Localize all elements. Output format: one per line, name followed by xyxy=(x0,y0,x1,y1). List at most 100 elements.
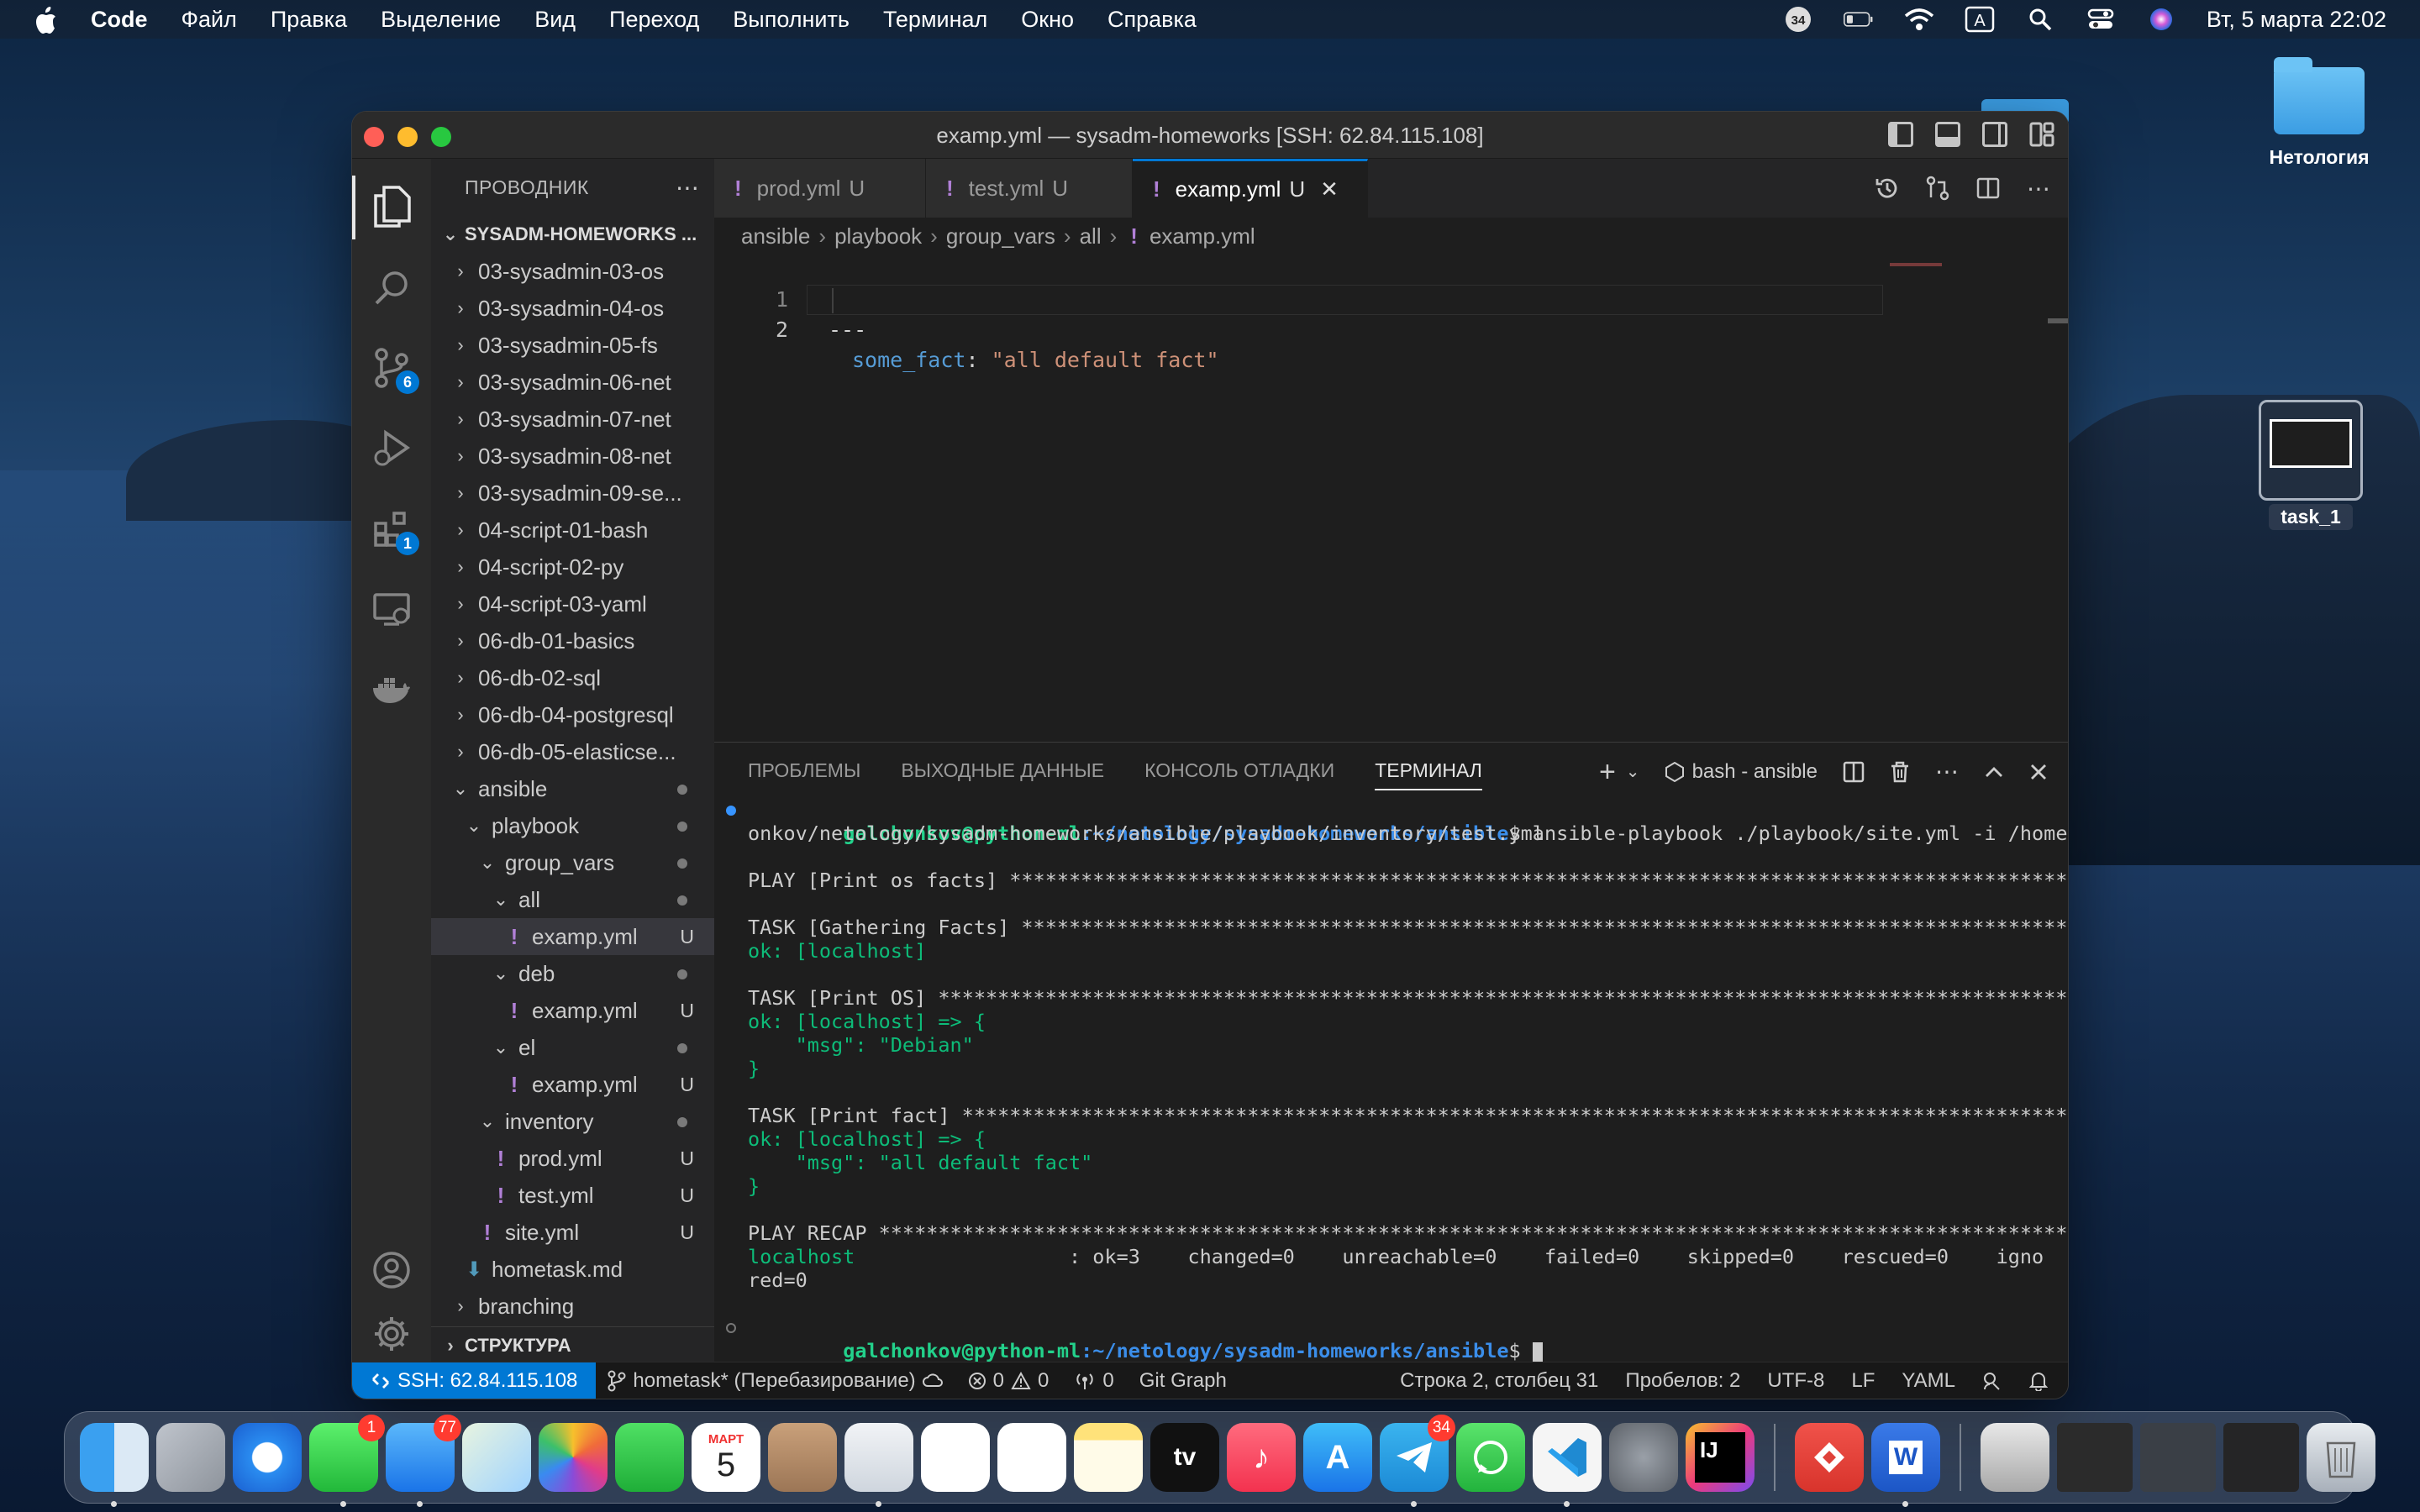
messages-icon[interactable]: 1 xyxy=(309,1415,385,1507)
tree-item[interactable]: › 03-sysadmin-04-os xyxy=(431,290,714,327)
customize-layout-icon[interactable] xyxy=(2029,122,2054,147)
tree-item[interactable]: › branching xyxy=(431,1288,714,1325)
tree-item[interactable]: ⌄ deb xyxy=(431,955,714,992)
tree-item[interactable]: ⌄ el xyxy=(431,1029,714,1066)
battery-icon[interactable] xyxy=(1843,8,1874,31)
safari-icon[interactable] xyxy=(233,1423,302,1492)
tree-item[interactable]: ⌄ playbook xyxy=(431,807,714,844)
run-debug-icon[interactable] xyxy=(371,428,413,470)
minimized-window-3[interactable] xyxy=(2223,1423,2299,1492)
split-terminal-icon[interactable] xyxy=(1843,761,1865,783)
panel-tab-problems[interactable]: ПРОБЛЕМЫ xyxy=(748,759,860,782)
tree-item[interactable]: › 06-db-01-basics xyxy=(431,622,714,659)
tab-close-icon[interactable]: ✕ xyxy=(1320,176,1339,202)
extensions-icon[interactable]: 1 xyxy=(371,508,419,555)
menu-run[interactable]: Выполнить xyxy=(733,7,850,33)
tab-test-yml[interactable]: ! test.yml U xyxy=(926,159,1133,218)
panel-more-icon[interactable]: ⋯ xyxy=(1935,758,1959,785)
encoding[interactable]: UTF-8 xyxy=(1767,1369,1824,1393)
end-of-line[interactable]: LF xyxy=(1851,1369,1875,1393)
tree-item[interactable]: ! prod.yml U xyxy=(431,1140,714,1177)
ports-status[interactable]: 0 xyxy=(1074,1369,1114,1393)
facetime-icon[interactable] xyxy=(615,1423,684,1492)
terminal-instance[interactable]: bash - ansible xyxy=(1665,760,1818,784)
tree-item[interactable]: ⬇ hometask.md xyxy=(431,1251,714,1288)
menu-go[interactable]: Переход xyxy=(609,7,699,33)
cursor-position[interactable]: Строка 2, столбец 31 xyxy=(1400,1369,1598,1393)
remote-indicator[interactable]: SSH: 62.84.115.108 xyxy=(352,1362,597,1399)
menu-window[interactable]: Окно xyxy=(1021,7,1074,33)
terminal-output[interactable]: galchonkov@python-ml:~/netology/sysadm-h… xyxy=(714,798,2068,1363)
contacts-icon[interactable] xyxy=(768,1423,837,1492)
menu-bar-clock[interactable]: Вт, 5 марта 22:02 xyxy=(2207,7,2386,33)
freeform-icon[interactable] xyxy=(997,1423,1066,1492)
screenshot-app-icon[interactable] xyxy=(844,1423,913,1507)
menu-app-name[interactable]: Code xyxy=(91,7,148,33)
notification-count-icon[interactable]: 34 xyxy=(1783,7,1813,32)
maps-icon[interactable] xyxy=(462,1423,531,1492)
timeline-history-icon[interactable] xyxy=(1875,176,1900,201)
explorer-icon[interactable] xyxy=(371,186,413,228)
breadcrumb-item[interactable]: examp.yml xyxy=(1150,223,1255,249)
toggle-primary-sidebar-icon[interactable] xyxy=(1888,122,1913,147)
menu-view[interactable]: Вид xyxy=(534,7,576,33)
vscode-icon[interactable] xyxy=(1533,1423,1602,1507)
manage-gear-icon[interactable] xyxy=(371,1313,413,1355)
minimized-window-1[interactable] xyxy=(2057,1423,2133,1492)
tree-item[interactable]: › 03-sysadmin-08-net xyxy=(431,438,714,475)
minimized-window-2[interactable] xyxy=(2140,1423,2216,1492)
tree-item[interactable]: › 06-db-05-elasticse... xyxy=(431,733,714,770)
tree-item[interactable]: ! examp.yml U xyxy=(431,1066,714,1103)
menu-edit[interactable]: Правка xyxy=(271,7,347,33)
intellij-icon[interactable]: IJ xyxy=(1686,1423,1754,1492)
trash-icon[interactable] xyxy=(2307,1423,2375,1492)
breadcrumb-item[interactable]: group_vars xyxy=(946,223,1055,249)
tree-item[interactable]: › 06-db-04-postgresql xyxy=(431,696,714,733)
split-editor-icon[interactable] xyxy=(1975,176,2001,201)
language-mode[interactable]: YAML xyxy=(1902,1369,1955,1393)
problems-status[interactable]: 0 0 xyxy=(968,1369,1049,1393)
source-control-icon[interactable]: 6 xyxy=(371,347,419,394)
reminders-icon[interactable] xyxy=(921,1423,990,1492)
panel-tab-output[interactable]: ВЫХОДНЫЕ ДАННЫЕ xyxy=(901,759,1104,782)
spotlight-search-icon[interactable] xyxy=(2025,8,2055,31)
control-center-icon[interactable] xyxy=(2086,8,2116,31)
wifi-icon[interactable] xyxy=(1904,8,1934,31)
explorer-more-actions-icon[interactable]: ⋯ xyxy=(676,174,699,202)
workspace-root[interactable]: ⌄ SYSADM-HOMEWORKS ... xyxy=(431,216,714,253)
feedback-icon[interactable] xyxy=(1982,1371,2002,1391)
app-store-icon[interactable]: A xyxy=(1303,1423,1372,1492)
word-icon[interactable]: W xyxy=(1871,1423,1940,1507)
notifications-bell-icon[interactable] xyxy=(2029,1371,2048,1391)
indentation[interactable]: Пробелов: 2 xyxy=(1625,1369,1740,1393)
new-terminal-plus-icon[interactable]: + xyxy=(1599,758,1616,786)
apple-tv-icon[interactable]: tv xyxy=(1150,1423,1219,1492)
anydesk-icon[interactable] xyxy=(1795,1423,1864,1492)
outline-section[interactable]: › СТРУКТУРА xyxy=(431,1326,714,1363)
panel-tab-debug-console[interactable]: КОНСОЛЬ ОТЛАДКИ xyxy=(1144,759,1334,782)
siri-icon[interactable] xyxy=(2146,8,2176,31)
tree-item[interactable]: › 03-sysadmin-09-se... xyxy=(431,475,714,512)
music-icon[interactable]: ♪ xyxy=(1227,1423,1296,1492)
whatsapp-icon[interactable] xyxy=(1456,1423,1525,1492)
tree-item[interactable]: ! test.yml U xyxy=(431,1177,714,1214)
calendar-icon[interactable]: МАРТ 5 xyxy=(692,1423,760,1492)
tree-item[interactable]: › 04-script-02-py xyxy=(431,549,714,585)
remote-explorer-icon[interactable] xyxy=(371,589,413,631)
toggle-panel-icon[interactable] xyxy=(1935,122,1960,147)
tree-item[interactable]: › 03-sysadmin-07-net xyxy=(431,401,714,438)
tree-item[interactable]: ⌄ inventory xyxy=(431,1103,714,1140)
toggle-secondary-sidebar-icon[interactable] xyxy=(1982,122,2007,147)
menu-terminal[interactable]: Терминал xyxy=(883,7,987,33)
apple-menu-icon[interactable] xyxy=(34,7,59,34)
docker-icon[interactable] xyxy=(371,669,413,711)
mail-icon[interactable]: 77 xyxy=(386,1415,461,1507)
maximize-panel-chevron-up-icon[interactable] xyxy=(1984,765,2004,779)
accounts-icon[interactable] xyxy=(371,1249,413,1291)
tab-prod-yml[interactable]: ! prod.yml U xyxy=(714,159,926,218)
close-panel-icon[interactable] xyxy=(2029,763,2048,781)
desktop-screenshot-task-1[interactable] xyxy=(2259,400,2363,501)
photos-icon[interactable] xyxy=(539,1423,608,1492)
tree-item[interactable]: ! examp.yml U xyxy=(431,918,714,955)
tree-item[interactable]: ! site.yml U xyxy=(431,1214,714,1251)
